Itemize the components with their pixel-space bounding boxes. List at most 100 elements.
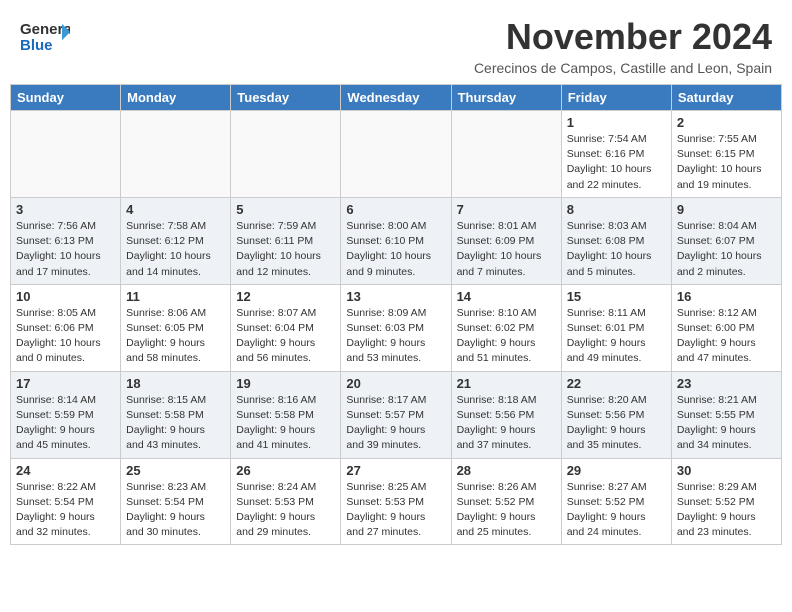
day-number: 14 xyxy=(457,289,556,304)
header-right: November 2024 Cerecinos de Campos, Casti… xyxy=(474,16,772,76)
calendar-row: 3Sunrise: 7:56 AM Sunset: 6:13 PM Daylig… xyxy=(11,197,782,284)
day-number: 13 xyxy=(346,289,445,304)
location: Cerecinos de Campos, Castille and Leon, … xyxy=(474,60,772,76)
day-number: 10 xyxy=(16,289,115,304)
day-info: Sunrise: 8:18 AM Sunset: 5:56 PM Dayligh… xyxy=(457,393,556,454)
calendar-cell: 28 Sunrise: 8:26 AM Sunset: 5:52 PM Dayli… xyxy=(451,458,561,545)
svg-text:Blue: Blue xyxy=(20,37,53,54)
weekday-header-monday: Monday xyxy=(121,85,231,111)
calendar-cell: 4 Sunrise: 7:58 AM Sunset: 6:12 PM Daylig… xyxy=(121,197,231,284)
day-info: Sunrise: 8:22 AM Sunset: 5:54 PM Dayligh… xyxy=(16,480,115,541)
day-number: 27 xyxy=(346,463,445,478)
day-number: 9 xyxy=(677,202,776,217)
page-container: General Blue November 2024 Cerecinos de … xyxy=(0,0,792,545)
calendar-cell: 8Sunrise: 8:03 AM Sunset: 6:08 PM Daylig… xyxy=(561,197,671,284)
day-info: Sunrise: 8:03 AM Sunset: 6:08 PM Dayligh… xyxy=(567,219,666,280)
calendar-cell: 16 Sunrise: 8:12 AM Sunset: 6:00 PM Dayli… xyxy=(671,284,781,371)
calendar-cell xyxy=(451,111,561,198)
weekday-header-friday: Friday xyxy=(561,85,671,111)
day-info: Sunrise: 8:01 AM Sunset: 6:09 PM Dayligh… xyxy=(457,219,556,280)
day-info: Sunrise: 8:00 AM Sunset: 6:10 PM Dayligh… xyxy=(346,219,445,280)
day-number: 17 xyxy=(16,376,115,391)
day-number: 20 xyxy=(346,376,445,391)
calendar-cell xyxy=(11,111,121,198)
day-number: 7 xyxy=(457,202,556,217)
day-info: Sunrise: 7:56 AM Sunset: 6:13 PM Dayligh… xyxy=(16,219,115,280)
calendar-cell xyxy=(341,111,451,198)
day-number: 4 xyxy=(126,202,225,217)
day-info: Sunrise: 8:21 AM Sunset: 5:55 PM Dayligh… xyxy=(677,393,776,454)
day-info: Sunrise: 7:58 AM Sunset: 6:12 PM Dayligh… xyxy=(126,219,225,280)
day-number: 2 xyxy=(677,115,776,130)
weekday-header-row: SundayMondayTuesdayWednesdayThursdayFrid… xyxy=(11,85,782,111)
weekday-header-sunday: Sunday xyxy=(11,85,121,111)
day-info: Sunrise: 8:14 AM Sunset: 5:59 PM Dayligh… xyxy=(16,393,115,454)
calendar-cell: 14 Sunrise: 8:10 AM Sunset: 6:02 PM Dayli… xyxy=(451,284,561,371)
weekday-header-thursday: Thursday xyxy=(451,85,561,111)
calendar-cell xyxy=(121,111,231,198)
calendar-cell: 21 Sunrise: 8:18 AM Sunset: 5:56 PM Dayli… xyxy=(451,371,561,458)
day-number: 5 xyxy=(236,202,335,217)
month-title: November 2024 xyxy=(474,16,772,58)
day-info: Sunrise: 8:11 AM Sunset: 6:01 PM Dayligh… xyxy=(567,306,666,367)
day-info: Sunrise: 7:55 AM Sunset: 6:15 PM Dayligh… xyxy=(677,132,776,193)
calendar-cell: 24 Sunrise: 8:22 AM Sunset: 5:54 PM Dayli… xyxy=(11,458,121,545)
calendar-cell xyxy=(231,111,341,198)
day-info: Sunrise: 8:25 AM Sunset: 5:53 PM Dayligh… xyxy=(346,480,445,541)
day-number: 30 xyxy=(677,463,776,478)
header: General Blue November 2024 Cerecinos de … xyxy=(0,0,792,84)
day-info: Sunrise: 8:09 AM Sunset: 6:03 PM Dayligh… xyxy=(346,306,445,367)
day-info: Sunrise: 8:12 AM Sunset: 6:00 PM Dayligh… xyxy=(677,306,776,367)
day-info: Sunrise: 8:10 AM Sunset: 6:02 PM Dayligh… xyxy=(457,306,556,367)
calendar-cell: 13 Sunrise: 8:09 AM Sunset: 6:03 PM Dayli… xyxy=(341,284,451,371)
day-info: Sunrise: 8:05 AM Sunset: 6:06 PM Dayligh… xyxy=(16,306,115,367)
day-info: Sunrise: 8:26 AM Sunset: 5:52 PM Dayligh… xyxy=(457,480,556,541)
day-number: 25 xyxy=(126,463,225,478)
calendar-row: 17 Sunrise: 8:14 AM Sunset: 5:59 PM Dayli… xyxy=(11,371,782,458)
day-info: Sunrise: 8:23 AM Sunset: 5:54 PM Dayligh… xyxy=(126,480,225,541)
calendar-cell: 9 Sunrise: 8:04 AM Sunset: 6:07 PM Daylig… xyxy=(671,197,781,284)
logo: General Blue xyxy=(20,16,70,60)
day-number: 18 xyxy=(126,376,225,391)
day-info: Sunrise: 8:29 AM Sunset: 5:52 PM Dayligh… xyxy=(677,480,776,541)
day-number: 15 xyxy=(567,289,666,304)
calendar-row: 24 Sunrise: 8:22 AM Sunset: 5:54 PM Dayli… xyxy=(11,458,782,545)
calendar-cell: 6 Sunrise: 8:00 AM Sunset: 6:10 PM Daylig… xyxy=(341,197,451,284)
calendar-cell: 18Sunrise: 8:15 AM Sunset: 5:58 PM Dayli… xyxy=(121,371,231,458)
day-number: 6 xyxy=(346,202,445,217)
calendar-cell: 26Sunrise: 8:24 AM Sunset: 5:53 PM Dayli… xyxy=(231,458,341,545)
day-info: Sunrise: 8:20 AM Sunset: 5:56 PM Dayligh… xyxy=(567,393,666,454)
day-number: 28 xyxy=(457,463,556,478)
day-number: 23 xyxy=(677,376,776,391)
logo-icon: General Blue xyxy=(20,16,70,60)
weekday-header-wednesday: Wednesday xyxy=(341,85,451,111)
day-info: Sunrise: 7:59 AM Sunset: 6:11 PM Dayligh… xyxy=(236,219,335,280)
day-info: Sunrise: 8:17 AM Sunset: 5:57 PM Dayligh… xyxy=(346,393,445,454)
day-info: Sunrise: 7:54 AM Sunset: 6:16 PM Dayligh… xyxy=(567,132,666,193)
day-info: Sunrise: 8:24 AM Sunset: 5:53 PM Dayligh… xyxy=(236,480,335,541)
day-number: 19 xyxy=(236,376,335,391)
weekday-header-saturday: Saturday xyxy=(671,85,781,111)
calendar-cell: 3Sunrise: 7:56 AM Sunset: 6:13 PM Daylig… xyxy=(11,197,121,284)
weekday-header-tuesday: Tuesday xyxy=(231,85,341,111)
day-info: Sunrise: 8:04 AM Sunset: 6:07 PM Dayligh… xyxy=(677,219,776,280)
calendar-cell: 27 Sunrise: 8:25 AM Sunset: 5:53 PM Dayli… xyxy=(341,458,451,545)
calendar-cell: 10 Sunrise: 8:05 AM Sunset: 6:06 PM Dayli… xyxy=(11,284,121,371)
day-info: Sunrise: 8:16 AM Sunset: 5:58 PM Dayligh… xyxy=(236,393,335,454)
calendar-row: 1 Sunrise: 7:54 AM Sunset: 6:16 PM Daylig… xyxy=(11,111,782,198)
calendar-cell: 25 Sunrise: 8:23 AM Sunset: 5:54 PM Dayli… xyxy=(121,458,231,545)
calendar-cell: 2 Sunrise: 7:55 AM Sunset: 6:15 PM Daylig… xyxy=(671,111,781,198)
day-number: 22 xyxy=(567,376,666,391)
calendar-cell: 1 Sunrise: 7:54 AM Sunset: 6:16 PM Daylig… xyxy=(561,111,671,198)
day-info: Sunrise: 8:27 AM Sunset: 5:52 PM Dayligh… xyxy=(567,480,666,541)
calendar-table: SundayMondayTuesdayWednesdayThursdayFrid… xyxy=(10,84,782,545)
day-number: 21 xyxy=(457,376,556,391)
day-number: 1 xyxy=(567,115,666,130)
calendar-cell: 5 Sunrise: 7:59 AM Sunset: 6:11 PM Daylig… xyxy=(231,197,341,284)
day-number: 16 xyxy=(677,289,776,304)
calendar-cell: 29Sunrise: 8:27 AM Sunset: 5:52 PM Dayli… xyxy=(561,458,671,545)
day-info: Sunrise: 8:07 AM Sunset: 6:04 PM Dayligh… xyxy=(236,306,335,367)
calendar-cell: 23 Sunrise: 8:21 AM Sunset: 5:55 PM Dayli… xyxy=(671,371,781,458)
day-number: 24 xyxy=(16,463,115,478)
day-number: 12 xyxy=(236,289,335,304)
